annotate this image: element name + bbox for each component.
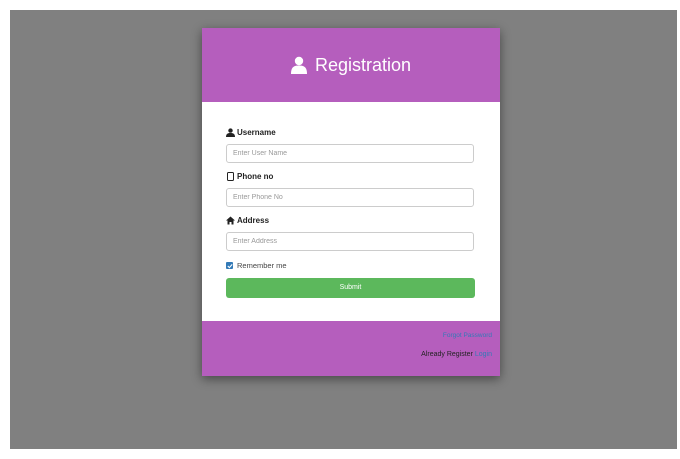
username-label: Username	[226, 127, 276, 137]
page-title: Registration	[314, 54, 412, 75]
user-icon	[290, 56, 307, 74]
remember-checkbox[interactable]	[226, 262, 233, 269]
login-link[interactable]: Login	[475, 351, 492, 358]
already-text: Already Register	[421, 351, 473, 358]
forgot-password-link[interactable]: Forgot Password	[443, 332, 492, 339]
home-icon	[226, 216, 235, 225]
remember-label: Remember me	[237, 261, 287, 270]
username-label-text: Username	[237, 127, 276, 137]
registration-card: Registration Username Phone no Address	[202, 28, 500, 376]
card-header: Registration	[202, 28, 500, 102]
address-input[interactable]	[226, 232, 474, 251]
phone-label-text: Phone no	[237, 171, 274, 181]
address-label-text: Address	[237, 215, 270, 225]
user-icon	[226, 127, 235, 137]
username-input[interactable]	[226, 144, 474, 163]
address-label: Address	[226, 215, 269, 225]
card-body: Username Phone no Address Remember me Su…	[202, 102, 500, 321]
card-footer: Forgot Password Already Register Login	[202, 321, 500, 376]
phone-input[interactable]	[226, 188, 474, 207]
phone-label: Phone no	[226, 171, 273, 181]
already-registered: Already Register Login	[421, 351, 492, 358]
submit-button[interactable]: Submit	[226, 278, 475, 298]
remember-me: Remember me	[226, 261, 287, 270]
phone-icon	[226, 171, 235, 181]
